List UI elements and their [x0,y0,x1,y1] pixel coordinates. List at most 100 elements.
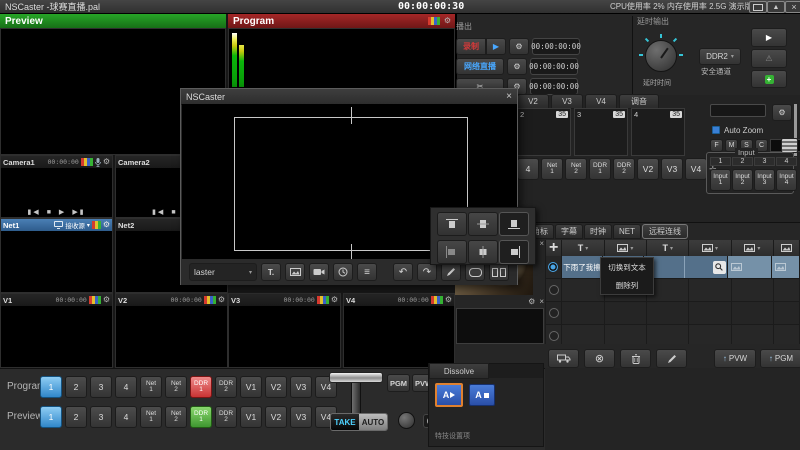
distribute-button[interactable] [489,263,509,281]
play-icon[interactable]: ▶ [59,208,66,216]
input-3-button[interactable]: Input3 [754,169,775,191]
cg-item2-gear-icon[interactable]: ⚙ [528,298,535,306]
thumb-2[interactable]: 2 35 [517,108,571,156]
input-2-button[interactable]: Input2 [732,169,753,191]
row4-radio[interactable] [549,331,559,341]
source-v2[interactable]: V2 [637,158,659,180]
add-clock-button[interactable] [333,263,353,281]
tab-clock[interactable]: 时钟 [584,224,612,239]
col-image-4[interactable] [774,240,800,256]
auto-zoom-checkbox[interactable] [712,126,720,134]
tab-v2[interactable]: V2 [517,94,549,109]
cg-item1-close-icon[interactable]: × [539,240,544,248]
pgm-bus-4[interactable]: 4 [115,376,137,398]
pgm-bus-1[interactable]: 1 [40,376,62,398]
net-live-button[interactable]: 网络直播 [456,58,504,75]
camera1-monitor[interactable]: Camera1 00:00:00 ⚙ ▮◀ ■ ▶ ▶▮ [0,155,113,218]
edit-button[interactable] [656,349,687,368]
source-v4[interactable]: V4 [685,158,707,180]
add-video-button[interactable] [309,263,329,281]
source-ddr1[interactable]: DDR1 [589,158,611,180]
pvw-bus-ddr2[interactable]: DDR2 [215,406,237,428]
source-net2[interactable]: Net2 [565,158,587,180]
skip-start-icon[interactable]: ▮◀ [152,208,165,216]
record-gear-icon[interactable]: ⚙ [509,38,529,55]
row1-text-cell[interactable]: 下雨了我擦 [562,256,603,278]
pvw-bus-net2[interactable]: Net2 [165,406,187,428]
netlive-gear-icon[interactable]: ⚙ [507,58,527,75]
delay-knob[interactable] [643,38,679,74]
row2-radio[interactable] [549,285,559,295]
send-truck-button[interactable] [548,349,579,368]
restore-window-button[interactable] [749,1,767,13]
tab-v4[interactable]: V4 [585,94,617,109]
pgm-bus-ddr2[interactable]: DDR2 [215,376,237,398]
zoom-text-field[interactable] [710,104,766,117]
col-image-3[interactable]: ▾ [732,240,774,256]
delay-add-button[interactable]: + [751,70,787,88]
tab-v3[interactable]: V3 [551,94,583,109]
record-button[interactable]: 录制 [456,38,486,55]
v3-monitor[interactable]: V3 00:00:00 ⚙ [228,293,341,368]
pgm-bus-net1[interactable]: Net1 [140,376,162,398]
row1-cell-5[interactable] [728,256,772,278]
duration-knob[interactable] [398,412,415,429]
v3-gear-icon[interactable]: ⚙ [331,296,338,304]
tab-net[interactable]: NET [613,224,641,239]
pvw-bus-1[interactable]: 1 [40,406,62,428]
draw-pencil-button[interactable] [441,263,461,281]
redo-button[interactable]: ↷ [417,263,437,281]
align-bottom-button[interactable] [499,212,529,236]
v2-monitor[interactable]: V2 00:00:00 ⚙ [115,293,228,368]
skip-start-icon[interactable]: ▮◀ [27,208,40,216]
pvw-bus-net1[interactable]: Net1 [140,406,162,428]
pgm-bus-v1[interactable]: V1 [240,376,262,398]
tbar-stem[interactable] [351,381,361,415]
close-window-button[interactable]: × [785,1,800,13]
row1-cell-6[interactable] [772,256,800,278]
align-middle-button[interactable] [468,212,498,236]
chevron-down-icon[interactable]: ▾ [87,222,90,229]
v4-gear-icon[interactable]: ⚙ [445,296,452,304]
net1-source-label[interactable]: 接收源 [65,220,85,230]
undo-button[interactable]: ↶ [393,263,413,281]
v1-gear-icon[interactable]: ⚙ [103,296,110,304]
pgm-bus-net2[interactable]: Net2 [165,376,187,398]
input-4-button[interactable]: Input4 [776,169,797,191]
menu-item-switch-to-text[interactable]: 切换到文本 [601,258,653,276]
source-ddr2[interactable]: DDR2 [613,158,635,180]
col-text-1[interactable]: T▾ [562,240,604,256]
add-text-button[interactable]: T. [261,263,281,281]
send-to-pvw-button[interactable]: ↑PVW [714,349,756,368]
thumb-4[interactable]: 4 35 [631,108,685,156]
add-image-button[interactable] [285,263,305,281]
add-list-button[interactable]: ≡ [357,263,377,281]
send-to-pgm-button[interactable]: ↑PGM [760,349,800,368]
align-right-button[interactable] [499,240,529,264]
cancel-button[interactable]: ⊗ [584,349,615,368]
program-settings-gear-icon[interactable]: ⚙ [444,17,451,25]
zoom-gear-icon[interactable]: ⚙ [772,104,792,121]
pgm-bus-ddr1[interactable]: DDR1 [190,376,212,398]
net1-gear-icon[interactable]: ⚙ [103,221,110,229]
delay-play-button[interactable]: ▶ [751,28,787,47]
delete-button[interactable] [620,349,651,368]
cg-item2-close-icon[interactable]: × [539,298,544,306]
delay-warning-button[interactable]: ⚠ [751,49,787,68]
transition-dissolve-2[interactable]: A [469,384,495,406]
pvw-bus-v3[interactable]: V3 [290,406,312,428]
v4-monitor[interactable]: V4 00:00:00 ⚙ [343,293,455,368]
auto-button[interactable]: AUTO [359,414,387,430]
tab-audio-mix[interactable]: 调音 [619,94,659,109]
table-row[interactable] [546,325,800,344]
source-4[interactable]: 4 [517,158,539,180]
link-button[interactable] [465,263,485,281]
dialog-close-icon[interactable]: × [506,91,512,102]
thumb-3[interactable]: 3 35 [574,108,628,156]
audio-f-button[interactable]: F [710,139,723,152]
v1-monitor[interactable]: V1 00:00:00 ⚙ [0,293,113,368]
pgm-bus-2[interactable]: 2 [65,376,87,398]
eject-button[interactable]: ▲ [767,1,785,13]
table-row[interactable]: 下雨了我擦 [546,256,800,279]
table-row[interactable] [546,279,800,302]
